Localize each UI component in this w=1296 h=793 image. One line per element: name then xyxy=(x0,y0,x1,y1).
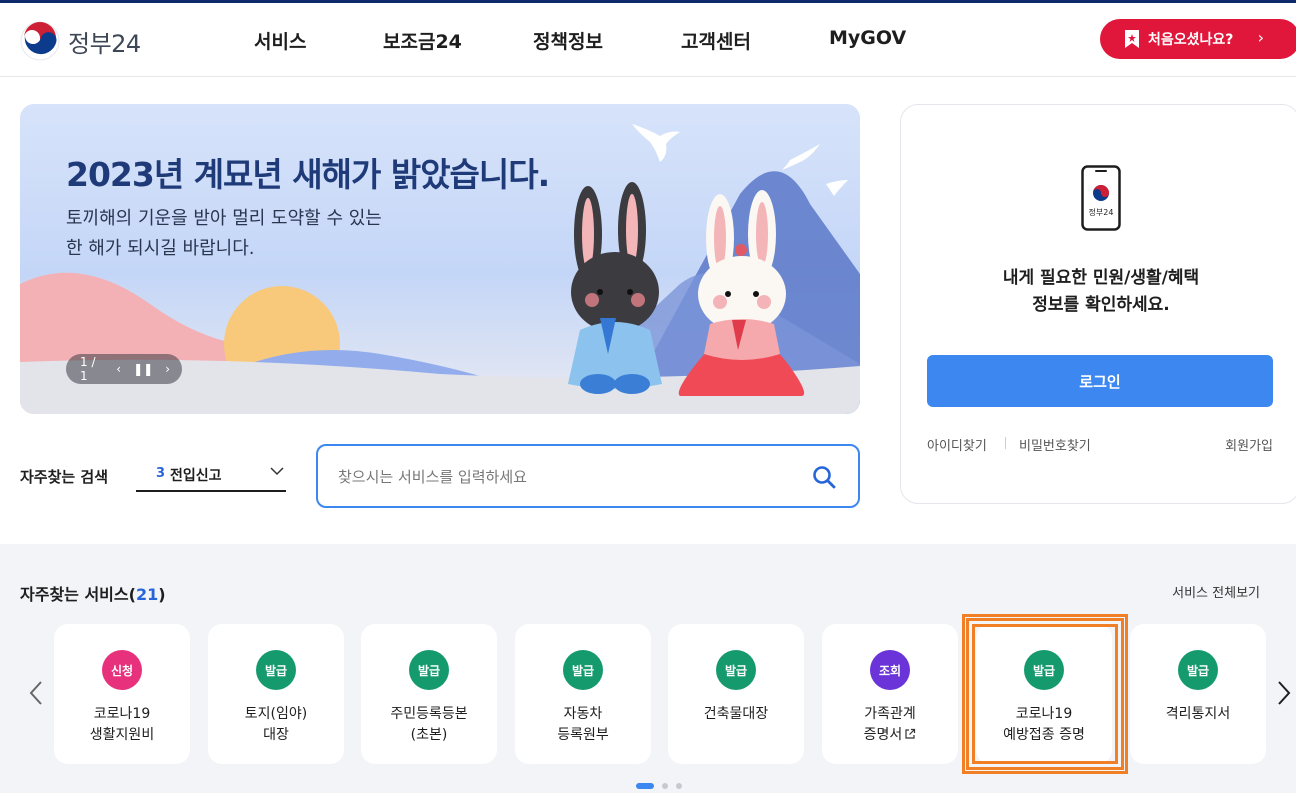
service-badge: 발급 xyxy=(716,650,756,690)
login-message-line: 내게 필요한 민원/생활/혜택 xyxy=(1002,268,1200,288)
first-visit-button[interactable]: 처음오셨나요? › xyxy=(1100,19,1296,59)
service-label-line: 대장 xyxy=(263,727,289,743)
mobile-phone-icon: 정부24 xyxy=(1081,165,1121,231)
service-badge: 발급 xyxy=(409,650,449,690)
frequent-search-select[interactable]: 3 전입신고 xyxy=(136,458,286,492)
banner-subtitle-line: 한 해가 되시길 바랍니다. xyxy=(66,238,255,259)
service-label: 가족관계 증명서 xyxy=(822,704,958,746)
services-count: 21 xyxy=(135,585,159,604)
login-card: 정부24 내게 필요한 민원/생활/혜택 정보를 확인하세요. 로그인 아이디찾… xyxy=(900,104,1296,504)
chevron-left-icon[interactable] xyxy=(28,680,44,706)
service-label: 격리통지서 xyxy=(1130,704,1266,725)
link-divider xyxy=(1005,437,1006,449)
service-label-text: 증명서 xyxy=(863,727,903,743)
service-label-line: 생활지원비 xyxy=(89,727,155,743)
taegeuk-logo-icon xyxy=(20,21,60,61)
banner-subtitle-line: 토끼해의 기운을 받아 멀리 도약할 수 있는 xyxy=(66,208,382,229)
service-badge: 발급 xyxy=(1178,650,1218,690)
service-label-line: 증명서 xyxy=(822,725,958,746)
service-label-line: 코로나19 xyxy=(93,706,151,722)
pause-icon[interactable]: ❚❚ xyxy=(133,362,153,376)
services-title-text: 자주찾는 서비스( xyxy=(20,585,136,604)
signup-link[interactable]: 회원가입 xyxy=(1225,435,1273,454)
banner-pager: 1 / 1 xyxy=(80,355,96,383)
banner-subtitle: 토끼해의 기운을 받아 멀리 도약할 수 있는 한 해가 되시길 바랍니다. xyxy=(66,204,382,264)
search-box xyxy=(316,444,860,508)
service-badge: 발급 xyxy=(256,650,296,690)
carousel-dot-active[interactable] xyxy=(636,783,654,789)
external-link-icon xyxy=(905,728,916,739)
chevron-down-icon xyxy=(270,467,284,476)
services-title: 자주찾는 서비스(21) xyxy=(20,581,166,605)
carousel-dot[interactable] xyxy=(662,783,668,789)
service-card[interactable]: 발급 토지(임야) 대장 xyxy=(208,624,344,764)
nav-services[interactable]: 서비스 xyxy=(254,27,306,54)
first-visit-label: 처음오셨나요? xyxy=(1148,32,1234,48)
service-badge: 발급 xyxy=(563,650,603,690)
view-all-services-link[interactable]: 서비스 전체보기 xyxy=(1172,582,1260,601)
hero-banner[interactable]: 2023년 계묘년 새해가 밝았습니다. 토끼해의 기운을 받아 멀리 도약할 … xyxy=(20,104,860,414)
service-label-line: (초본) xyxy=(410,727,448,743)
chevron-right-icon: › xyxy=(1257,28,1264,47)
nav-subsidy24[interactable]: 보조금24 xyxy=(383,27,462,54)
service-card[interactable]: 발급 자동차 등록원부 xyxy=(515,624,651,764)
login-button[interactable]: 로그인 xyxy=(927,355,1273,407)
service-label-line: 가족관계 xyxy=(864,706,916,722)
service-card[interactable]: 발급 주민등록등본 (초본) xyxy=(361,624,497,764)
site-header: 정부24 서비스 보조금24 정책정보 고객센터 MyGOV 처음오셨나요? › xyxy=(0,3,1296,77)
banner-controls: 1 / 1 ‹ ❚❚ › xyxy=(66,354,182,384)
service-label-line: 격리통지서 xyxy=(1165,706,1231,722)
service-label-line: 주민등록등본 xyxy=(390,706,468,722)
service-label: 주민등록등본 (초본) xyxy=(361,704,497,746)
services-title-close: ) xyxy=(158,585,166,604)
frequent-search-value: 전입신고 xyxy=(170,468,222,484)
login-message: 내게 필요한 민원/생활/혜택 정보를 확인하세요. xyxy=(901,265,1296,319)
service-badge: 조회 xyxy=(870,650,910,690)
service-label: 자동차 등록원부 xyxy=(515,704,651,746)
login-message-line: 정보를 확인하세요. xyxy=(1032,295,1170,315)
find-id-link[interactable]: 아이디찾기 xyxy=(927,435,987,454)
frequent-search-rank: 3 xyxy=(156,466,166,481)
logo-text: 정부24 xyxy=(68,29,141,58)
nav-customer-center[interactable]: 고객센터 xyxy=(681,27,751,54)
service-label: 토지(임야) 대장 xyxy=(208,704,344,746)
banner-title: 2023년 계묘년 새해가 밝았습니다. xyxy=(66,155,550,194)
chevron-right-icon[interactable] xyxy=(1276,680,1292,706)
find-password-link[interactable]: 비밀번호찾기 xyxy=(1019,435,1091,454)
service-label-line: 등록원부 xyxy=(557,727,609,743)
service-label: 코로나19 생활지원비 xyxy=(54,704,190,746)
nav-policy-info[interactable]: 정책정보 xyxy=(533,27,603,54)
service-label: 건축물대장 xyxy=(668,704,804,725)
next-slide-icon[interactable]: › xyxy=(165,362,170,376)
phone-label: 정부24 xyxy=(1089,207,1114,217)
carousel-dots xyxy=(636,783,690,789)
nav-mygov[interactable]: MyGOV xyxy=(829,27,906,49)
service-badge: 신청 xyxy=(102,650,142,690)
service-card[interactable]: 조회 가족관계 증명서 xyxy=(822,624,958,764)
bookmark-star-icon xyxy=(1125,30,1139,48)
focus-highlight-inner xyxy=(972,624,1118,764)
prev-slide-icon[interactable]: ‹ xyxy=(116,362,121,376)
carousel-dot[interactable] xyxy=(676,783,682,789)
service-label-line: 토지(임야) xyxy=(244,706,308,722)
service-card[interactable]: 발급 건축물대장 xyxy=(668,624,804,764)
service-card[interactable]: 발급 격리통지서 xyxy=(1130,624,1266,764)
search-input[interactable] xyxy=(338,464,798,490)
service-label-line: 건축물대장 xyxy=(703,706,769,722)
service-card[interactable]: 신청 코로나19 생활지원비 xyxy=(54,624,190,764)
service-label-line: 자동차 xyxy=(563,706,603,722)
logo[interactable]: 정부24 xyxy=(20,21,141,61)
search-icon[interactable] xyxy=(812,465,836,489)
frequent-search-label: 자주찾는 검색 xyxy=(20,468,109,486)
